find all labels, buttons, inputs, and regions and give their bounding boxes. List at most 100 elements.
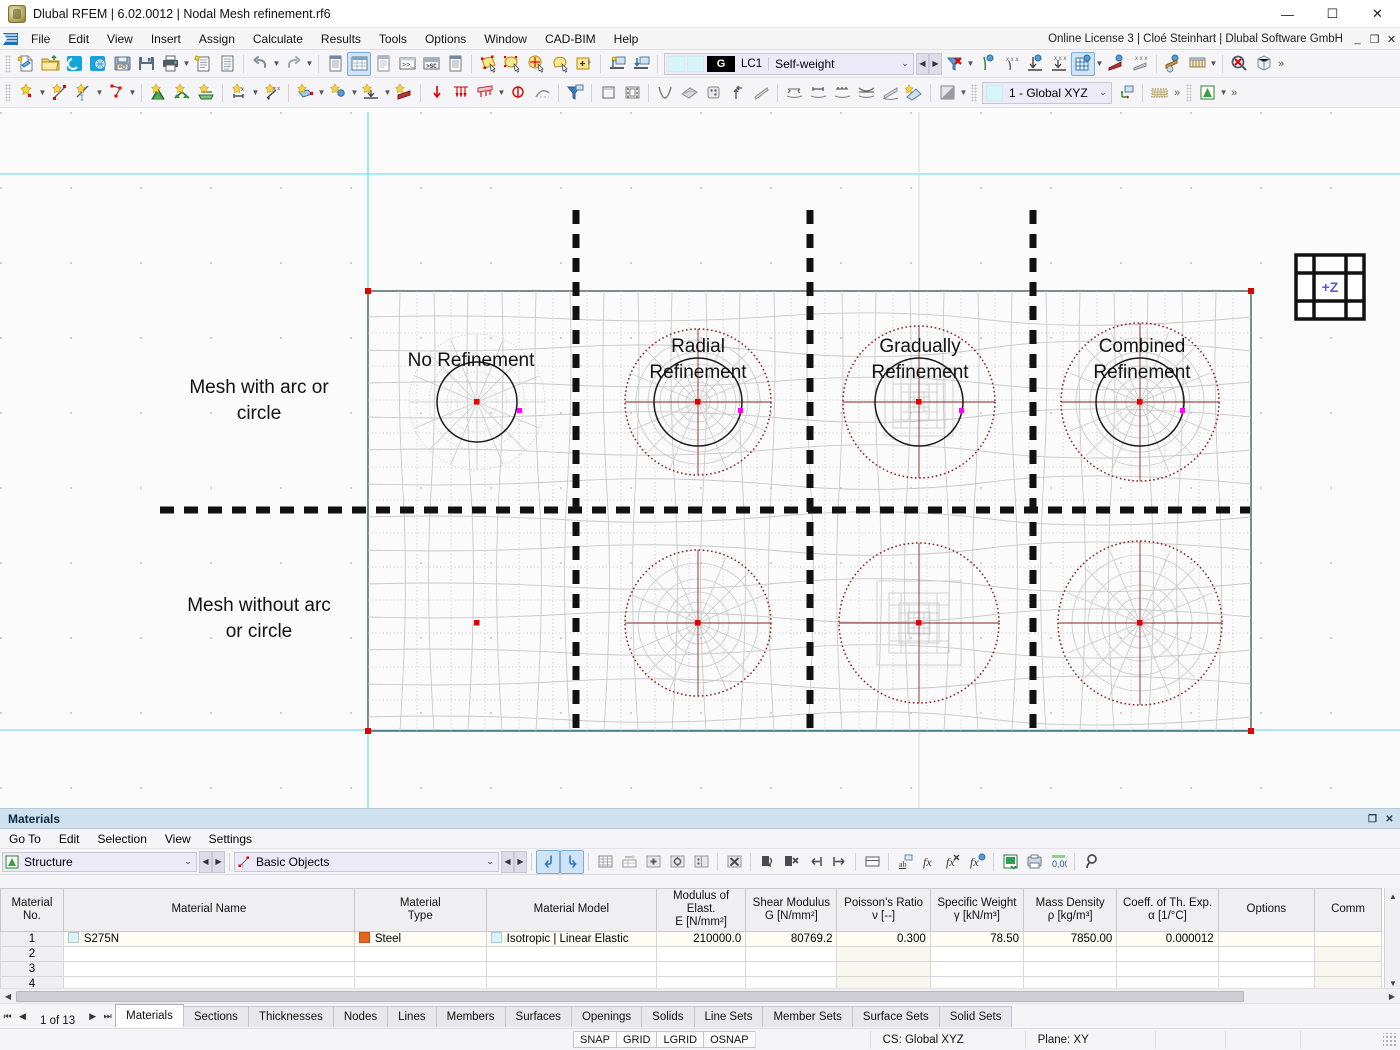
film-icon[interactable] <box>620 81 644 105</box>
table-vertical-scrollbar[interactable]: ▲ ▼ <box>1384 888 1400 991</box>
cell-specific-weight[interactable] <box>930 946 1023 961</box>
coordinate-system-caret[interactable]: ⌄ <box>1095 87 1111 98</box>
cell-thermal-expansion[interactable] <box>1117 961 1218 976</box>
cell-thermal-expansion[interactable] <box>1117 946 1218 961</box>
mdi-minimize-button[interactable]: _ <box>1349 29 1366 49</box>
materials-table[interactable]: MaterialNo. Material Name MaterialType M… <box>0 888 1382 991</box>
cell-mass-density[interactable]: 7850.00 <box>1024 931 1117 946</box>
cell-material-type[interactable] <box>354 961 486 976</box>
new-opening-icon[interactable] <box>293 81 317 105</box>
model-viewport[interactable]: No Refinement Radial Refinement Graduall… <box>0 112 1400 808</box>
tab-openings[interactable]: Openings <box>571 1006 642 1027</box>
report-table-icon[interactable] <box>443 52 467 76</box>
printout-report-icon[interactable] <box>215 52 239 76</box>
excel-export-icon[interactable] <box>998 850 1022 874</box>
cell-material-type[interactable]: Steel <box>354 931 486 946</box>
new-line-load-icon[interactable] <box>449 81 473 105</box>
result-colors-caret[interactable]: ▼ <box>959 81 968 105</box>
mdi-restore-button[interactable]: ❐ <box>1366 29 1383 49</box>
status-toggle-snap[interactable]: SNAP <box>573 1031 617 1048</box>
diagram-deform-icon[interactable] <box>854 81 878 105</box>
cell-options[interactable] <box>1218 961 1314 976</box>
new-load-caret[interactable]: ▼ <box>497 81 506 105</box>
save-as-icon[interactable] <box>110 52 134 76</box>
result-colors-icon[interactable] <box>935 81 959 105</box>
surface-support-icon[interactable] <box>1104 52 1128 76</box>
status-toggle-grid[interactable]: GRID <box>616 1031 658 1048</box>
mesh-settings-dropdown-caret[interactable]: ▼ <box>1209 52 1218 76</box>
table-row[interactable]: 2 <box>1 946 1382 961</box>
load-case-combo[interactable]: G LC1 Self-weight ⌄ <box>664 53 914 75</box>
select-special-icon[interactable] <box>524 52 548 76</box>
wireframe-icon[interactable] <box>596 81 620 105</box>
window-resize-grip[interactable] <box>1383 1033 1397 1047</box>
structure-combo-caret[interactable]: ⌄ <box>180 856 196 867</box>
work-plane-icon[interactable] <box>1147 81 1171 105</box>
data-table-icon[interactable] <box>347 52 371 76</box>
cs-toolbar-grip[interactable] <box>971 84 977 102</box>
cloud-model-icon[interactable] <box>86 52 110 76</box>
tools-toolbar-grip[interactable] <box>1186 84 1192 102</box>
menu-help[interactable]: Help <box>605 28 648 50</box>
render-filter-icon[interactable] <box>563 81 587 105</box>
new-node-icon[interactable] <box>14 81 38 105</box>
mesh-settings-icon[interactable] <box>1185 52 1209 76</box>
cell-material-model[interactable] <box>486 946 656 961</box>
select-lasso-icon[interactable] <box>548 52 572 76</box>
tab-thicknesses[interactable]: Thicknesses <box>248 1006 334 1027</box>
line-release-icon[interactable]: x x x <box>1047 52 1071 76</box>
col-comment[interactable]: Comm <box>1315 889 1382 932</box>
cell-poissons-ratio[interactable]: 0.300 <box>837 931 930 946</box>
diagram-support-icon[interactable] <box>878 81 902 105</box>
toolbar-grip[interactable] <box>5 55 11 73</box>
line-support-icon[interactable] <box>1023 52 1047 76</box>
cell-shear-modulus[interactable]: 80769.2 <box>746 931 837 946</box>
select-add-icon[interactable] <box>572 52 596 76</box>
surface-result-icon[interactable] <box>677 81 701 105</box>
new-nodal-support-caret[interactable]: ▼ <box>350 81 359 105</box>
col-options[interactable]: Options <box>1218 889 1314 932</box>
copy-row-icon[interactable] <box>755 850 779 874</box>
script-icon[interactable]: >SC <box>419 52 443 76</box>
tab-solids[interactable]: Solids <box>641 1006 694 1027</box>
save-icon[interactable] <box>134 52 158 76</box>
select-window-icon[interactable] <box>500 52 524 76</box>
new-node-dropdown-caret[interactable]: ▼ <box>38 81 47 105</box>
tab-members[interactable]: Members <box>436 1006 506 1027</box>
coordinate-system-combo[interactable]: 1 - Global XYZ ⌄ <box>982 82 1112 104</box>
col-material-model[interactable]: Material Model <box>486 889 656 932</box>
visibility-icon[interactable] <box>629 52 653 76</box>
new-surface-icon[interactable] <box>194 81 218 105</box>
sec-toolbar-overflow-1[interactable]: » <box>1171 87 1183 99</box>
nodal-support-icon[interactable] <box>975 52 999 76</box>
new-solid-icon[interactable] <box>146 81 170 105</box>
col-modulus-elasticity[interactable]: Modulus of Elast.E [N/mm²] <box>657 889 746 932</box>
cell-comment[interactable] <box>1315 931 1382 946</box>
mesh-refinement-icon[interactable] <box>1071 52 1095 76</box>
col-shear-modulus[interactable]: Shear ModulusG [N/mm²] <box>746 889 837 932</box>
cell-options[interactable] <box>1218 946 1314 961</box>
diagram-n-icon[interactable] <box>782 81 806 105</box>
solid-result-icon[interactable] <box>701 81 725 105</box>
structure-combo[interactable]: Structure ⌄ <box>2 852 197 872</box>
mp-menu-goto[interactable]: Go To <box>0 829 50 849</box>
col-mass-density[interactable]: Mass Densityρ [kg/m³] <box>1024 889 1117 932</box>
table-row[interactable]: 1 S275N Steel Isotropic | Linear Elastic… <box>1 931 1382 946</box>
col-material-type[interactable]: MaterialType <box>354 889 486 932</box>
list-table-icon[interactable] <box>371 52 395 76</box>
cell-specific-weight[interactable]: 78.50 <box>930 931 1023 946</box>
cell-poissons-ratio[interactable] <box>837 946 930 961</box>
table-row[interactable]: 3 <box>1 961 1382 976</box>
navigator-table-icon[interactable] <box>323 52 347 76</box>
redo-icon[interactable] <box>281 52 305 76</box>
model-canvas[interactable]: No Refinement Radial Refinement Graduall… <box>0 112 1400 808</box>
scroll-left-button[interactable]: ◀ <box>0 989 16 1004</box>
cell-modulus-elasticity[interactable] <box>657 946 746 961</box>
scroll-up-button[interactable]: ▲ <box>1385 888 1400 904</box>
status-toggle-osnap[interactable]: OSNAP <box>703 1031 756 1048</box>
col-thermal-expansion[interactable]: Coeff. of Th. Exp.α [1/°C] <box>1117 889 1218 932</box>
ucs-icon[interactable] <box>1114 81 1138 105</box>
cell-material-name[interactable] <box>63 946 354 961</box>
merge-cells-icon[interactable] <box>860 850 884 874</box>
materials-panel-close-button[interactable]: ✕ <box>1383 813 1396 826</box>
